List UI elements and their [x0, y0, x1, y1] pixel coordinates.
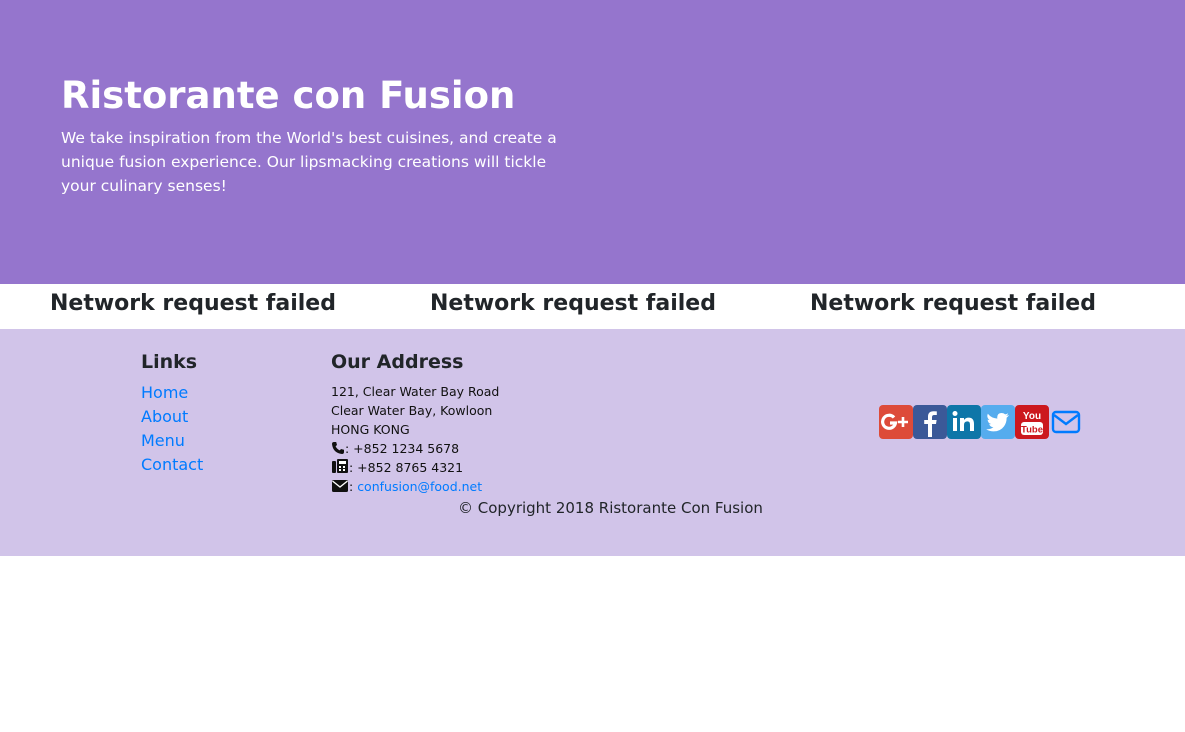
- envelope-icon[interactable]: [1050, 408, 1082, 436]
- error-row: Network request failed Network request f…: [0, 284, 1185, 329]
- svg-text:Tube: Tube: [1021, 425, 1043, 436]
- page-title: Ristorante con Fusion: [61, 74, 516, 117]
- svg-text:You: You: [1023, 411, 1041, 422]
- footer-link-home[interactable]: Home: [141, 381, 188, 405]
- linkedin-icon[interactable]: [947, 405, 981, 439]
- address-heading: Our Address: [331, 351, 464, 373]
- error-message-leader: Network request failed: [810, 291, 1096, 316]
- email-link[interactable]: confusion@food.net: [357, 479, 482, 494]
- email-line: : confusion@food.net: [331, 477, 482, 498]
- footer-link-about[interactable]: About: [141, 405, 188, 429]
- address-line-1: 121, Clear Water Bay Road: [331, 384, 500, 399]
- address-line-2: Clear Water Bay, Kowloon: [331, 403, 493, 418]
- fax-icon: [331, 458, 349, 479]
- error-message-promotion: Network request failed: [430, 291, 716, 316]
- error-message-dish: Network request failed: [50, 291, 336, 316]
- footer: Links Home About Menu Contact Our Addres…: [0, 329, 1185, 556]
- jumbotron: Ristorante con Fusion We take inspiratio…: [0, 0, 1185, 284]
- phone-line: : +852 1234 5678: [331, 439, 459, 460]
- jumbotron-description: We take inspiration from the World's bes…: [61, 129, 557, 195]
- envelope-solid-icon: [331, 479, 349, 498]
- copyright-text: © Copyright 2018 Ristorante Con Fusion: [458, 499, 763, 517]
- google-plus-icon[interactable]: [879, 405, 913, 439]
- links-heading: Links: [141, 351, 198, 373]
- youtube-icon[interactable]: You Tube: [1015, 405, 1049, 439]
- fax-line: : +852 8765 4321: [331, 458, 463, 479]
- address-line-3: HONG KONG: [331, 422, 410, 437]
- fax-number: : +852 8765 4321: [349, 460, 464, 475]
- twitter-icon[interactable]: [981, 405, 1015, 439]
- footer-link-contact[interactable]: Contact: [141, 453, 203, 477]
- footer-link-menu[interactable]: Menu: [141, 429, 185, 453]
- phone-number: : +852 1234 5678: [345, 441, 460, 456]
- facebook-icon[interactable]: [913, 405, 947, 439]
